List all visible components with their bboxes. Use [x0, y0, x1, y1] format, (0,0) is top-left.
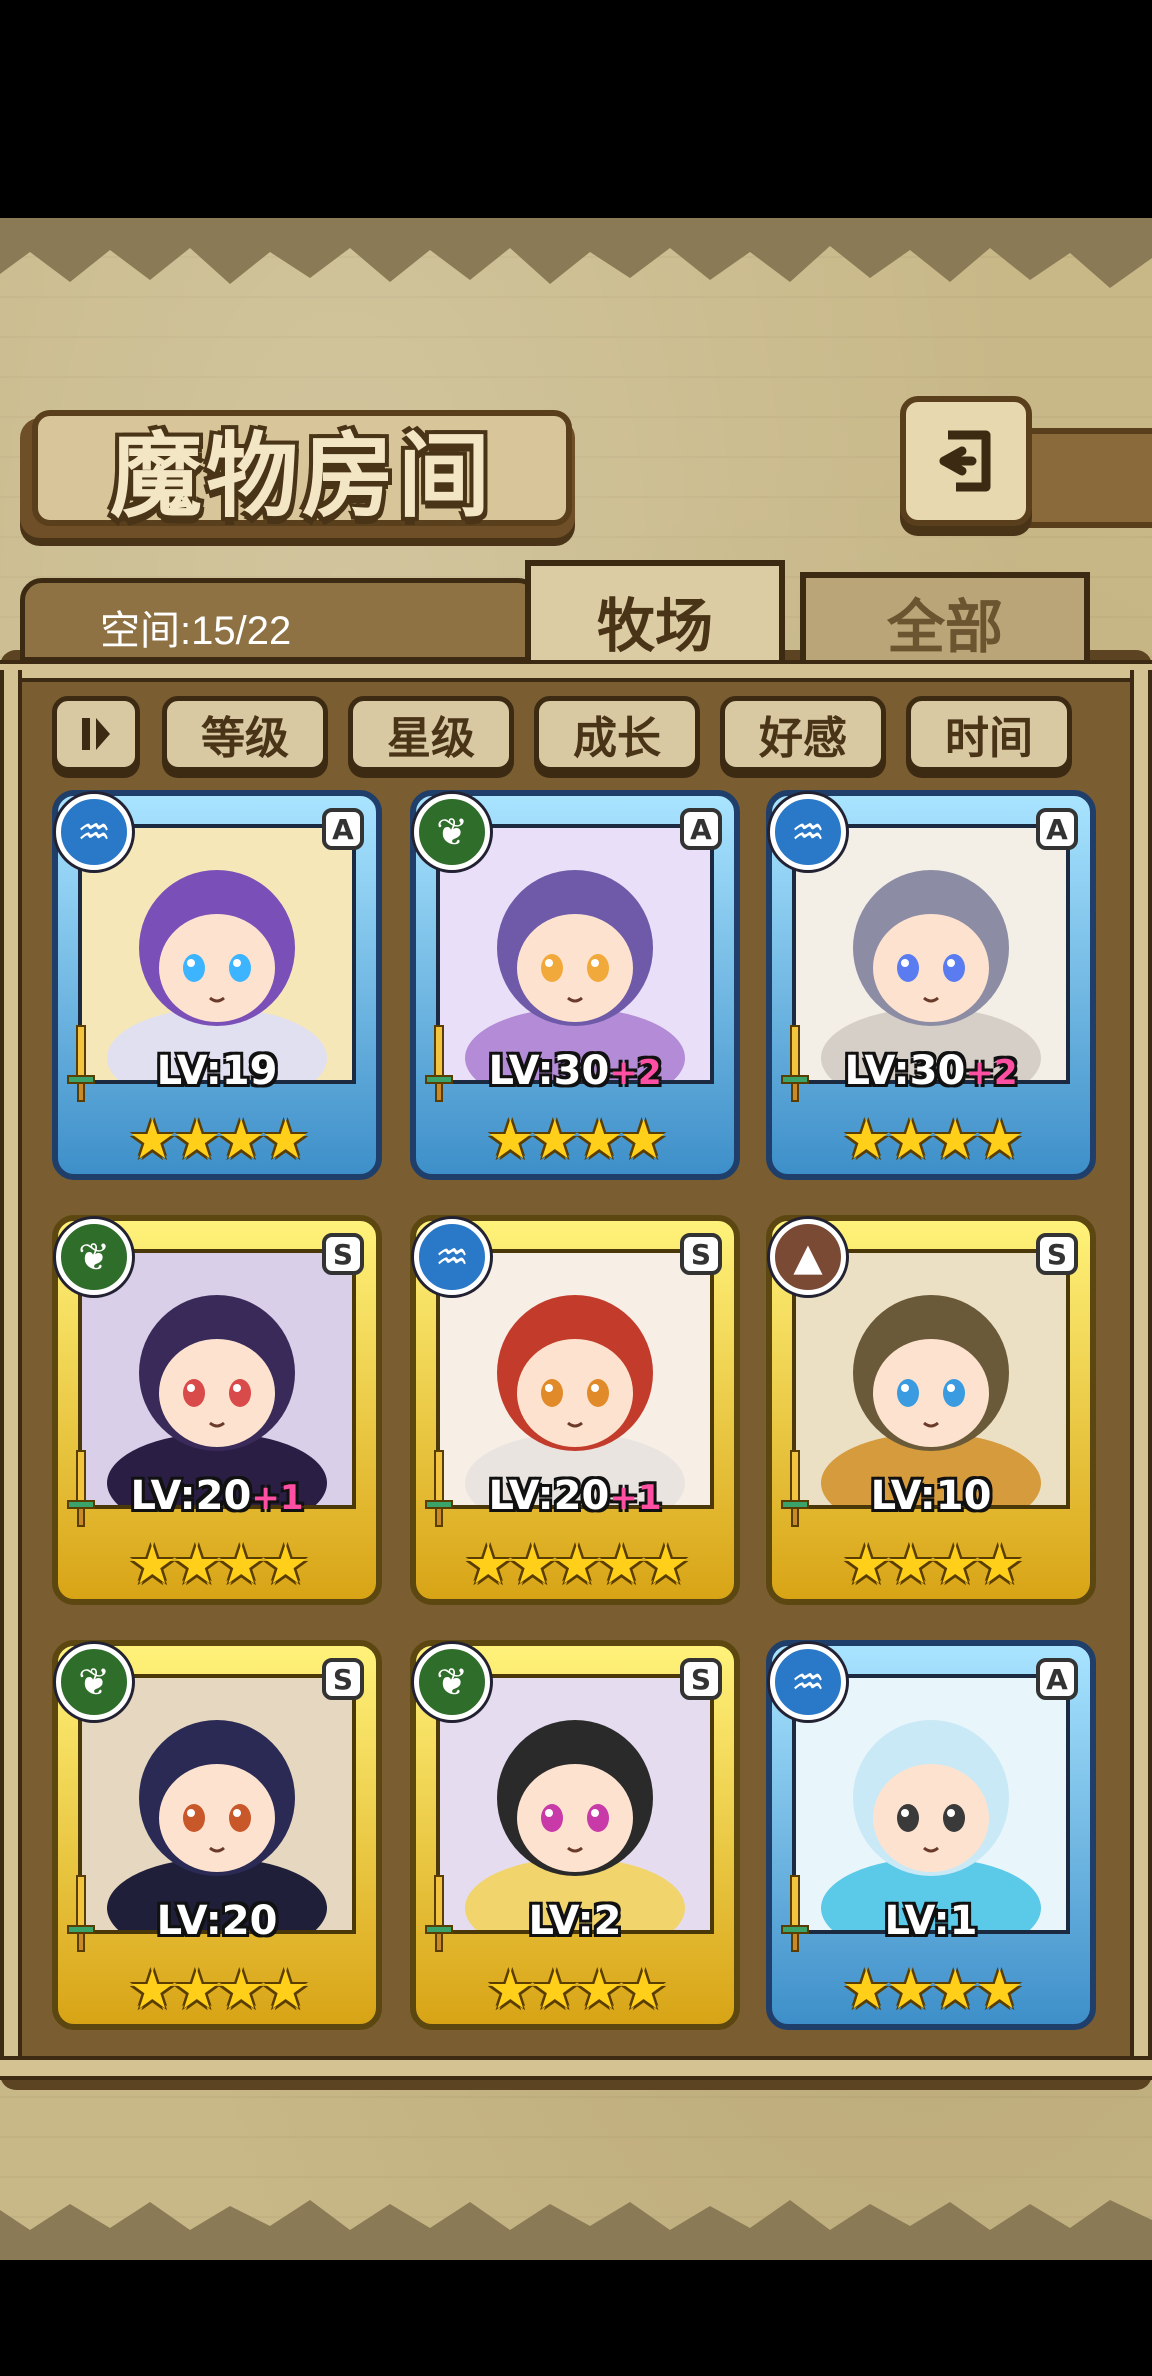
- level-text: LV:2: [528, 1898, 622, 1944]
- rank-badge: S: [322, 1658, 364, 1700]
- rank-badge: S: [680, 1233, 722, 1275]
- bottom-black-bar: [0, 2265, 1152, 2376]
- monster-card-5[interactable]: S ♒ LV:20+1 ★★★★★: [410, 1215, 740, 1605]
- level-text: LV:1: [884, 1898, 978, 1944]
- rank-badge: S: [322, 1233, 364, 1275]
- rank-badge: S: [1036, 1233, 1078, 1275]
- monster-portrait-art: [82, 1253, 352, 1505]
- monster-card-9[interactable]: A ♒ LV:1 ★★★★: [766, 1640, 1096, 2030]
- monster-portrait-art: [82, 1678, 352, 1930]
- water-element-icon: ♒: [56, 794, 132, 870]
- star-rating: ★★★★: [486, 1958, 668, 2021]
- star-rating: ★★★★: [486, 1108, 668, 1171]
- title-plaque: 魔物房间: [32, 410, 572, 530]
- sort-order-icon: [82, 718, 110, 750]
- leaf-element-icon: ❦: [56, 1644, 132, 1720]
- star-rating: ★★★★: [842, 1958, 1024, 2021]
- monster-portrait-art: [796, 1678, 1066, 1930]
- page-title: 魔物房间: [109, 421, 494, 530]
- level-text: LV:30: [488, 1048, 610, 1094]
- monster-portrait: [792, 1249, 1070, 1509]
- level-label: LV:20+1: [52, 1473, 382, 1519]
- return-arrow-icon: [939, 430, 991, 492]
- sort-time-button[interactable]: 时间: [906, 696, 1072, 772]
- level-label: LV:19: [52, 1048, 382, 1094]
- earth-element-icon: ▲: [770, 1219, 846, 1295]
- monster-portrait: [436, 824, 714, 1084]
- monster-card-7[interactable]: S ❦ LV:20 ★★★★: [52, 1640, 382, 2030]
- panel-frame-top: [0, 660, 1152, 682]
- star-rating: ★★★★★: [463, 1533, 690, 1596]
- back-button[interactable]: [900, 396, 1032, 526]
- rank-badge: A: [1036, 1658, 1078, 1700]
- monster-portrait: [792, 1674, 1070, 1934]
- level-bonus: +1: [251, 1478, 304, 1518]
- monster-portrait: [78, 1249, 356, 1509]
- star-rating: ★★★★: [128, 1533, 310, 1596]
- sort-order-toggle-button[interactable]: [52, 696, 140, 772]
- monster-portrait: [436, 1249, 714, 1509]
- level-label: LV:30+2: [410, 1048, 740, 1094]
- monster-card-2[interactable]: A ❦ LV:30+2 ★★★★: [410, 790, 740, 1180]
- leaf-element-icon: ❦: [414, 1644, 490, 1720]
- monster-portrait-art: [796, 1253, 1066, 1505]
- level-text: LV:20: [156, 1898, 278, 1944]
- panel-frame-left: [0, 670, 22, 2070]
- monster-portrait-art: [82, 828, 352, 1080]
- rank-badge: A: [680, 808, 722, 850]
- leaf-element-icon: ❦: [414, 794, 490, 870]
- monster-card-3[interactable]: A ♒ LV:30+2 ★★★★: [766, 790, 1096, 1180]
- level-bonus: +2: [609, 1053, 662, 1093]
- monster-portrait-art: [440, 1678, 710, 1930]
- level-label: LV:20: [52, 1898, 382, 1944]
- level-label: LV:30+2: [766, 1048, 1096, 1094]
- sort-growth-button[interactable]: 成长: [534, 696, 700, 772]
- level-text: LV:20: [488, 1473, 610, 1519]
- level-label: LV:1: [766, 1898, 1096, 1944]
- sort-affection-button[interactable]: 好感: [720, 696, 886, 772]
- back-button-rail: [1025, 428, 1152, 528]
- level-label: LV:10: [766, 1473, 1096, 1519]
- torn-paper-edge-bottom: [0, 2200, 1152, 2260]
- level-text: LV:20: [130, 1473, 252, 1519]
- level-text: LV:30: [844, 1048, 966, 1094]
- monster-portrait-art: [440, 828, 710, 1080]
- rank-badge: A: [322, 808, 364, 850]
- star-rating: ★★★★: [842, 1533, 1024, 1596]
- monster-card-8[interactable]: S ❦ LV:2 ★★★★: [410, 1640, 740, 2030]
- level-bonus: +1: [609, 1478, 662, 1518]
- space-capacity-label: 空间:15/22: [100, 609, 292, 653]
- monster-card-1[interactable]: A ♒ LV:19 ★★★★: [52, 790, 382, 1180]
- water-element-icon: ♒: [770, 1644, 846, 1720]
- water-element-icon: ♒: [414, 1219, 490, 1295]
- rank-badge: S: [680, 1658, 722, 1700]
- level-text: LV:19: [156, 1048, 278, 1094]
- tab-all[interactable]: 全部: [800, 572, 1090, 672]
- star-rating: ★★★★: [128, 1108, 310, 1171]
- level-bonus: +2: [965, 1053, 1018, 1093]
- monster-portrait-art: [440, 1253, 710, 1505]
- rank-badge: A: [1036, 808, 1078, 850]
- panel-frame-bottom: [0, 2056, 1152, 2080]
- sort-level-button[interactable]: 等级: [162, 696, 328, 772]
- level-label: LV:2: [410, 1898, 740, 1944]
- monster-card-6[interactable]: S ▲ LV:10 ★★★★: [766, 1215, 1096, 1605]
- level-label: LV:20+1: [410, 1473, 740, 1519]
- star-rating: ★★★★: [842, 1108, 1024, 1171]
- monster-card-4[interactable]: S ❦ LV:20+1 ★★★★: [52, 1215, 382, 1605]
- sort-toolbar: 等级 星级 成长 好感 时间: [52, 696, 1092, 776]
- monster-portrait: [78, 824, 356, 1084]
- monster-portrait-art: [796, 828, 1066, 1080]
- monster-portrait: [436, 1674, 714, 1934]
- level-text: LV:10: [870, 1473, 992, 1519]
- leaf-element-icon: ❦: [56, 1219, 132, 1295]
- torn-paper-edge-top: [0, 218, 1152, 288]
- sort-star-button[interactable]: 星级: [348, 696, 514, 772]
- monster-portrait: [792, 824, 1070, 1084]
- star-rating: ★★★★: [128, 1958, 310, 2021]
- water-element-icon: ♒: [770, 794, 846, 870]
- monster-portrait: [78, 1674, 356, 1934]
- panel-frame-right: [1130, 670, 1152, 2070]
